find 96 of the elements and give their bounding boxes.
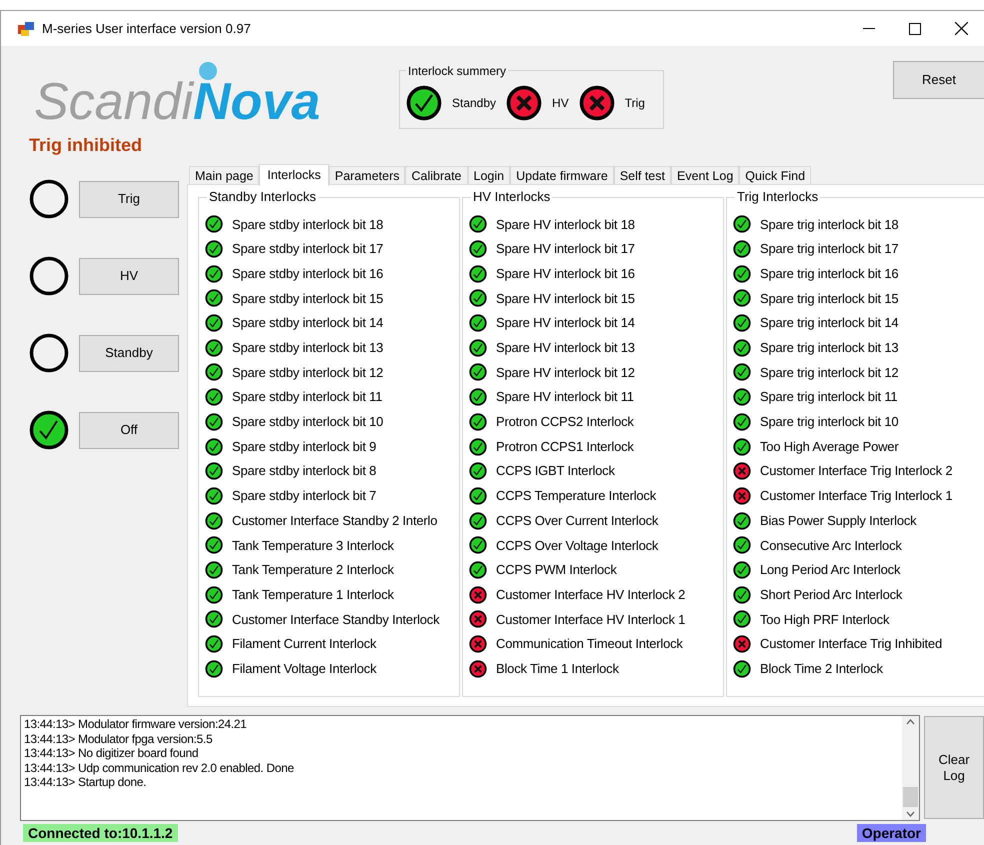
minimize-icon [863,28,875,30]
scrollbar[interactable] [902,716,920,820]
connection-status: Connected to:10.1.1.2 [23,824,178,842]
scroll-down-icon[interactable] [906,811,916,817]
interlock-label: Customer Interface HV Interlock 2 [496,586,686,604]
log-line: 13:44:13> Udp communication rev 2.0 enabled. Done [24,760,295,775]
group-title: Standby Interlocks [207,189,318,205]
interlock-label: Customer Interface Trig Interlock 1 [760,487,952,506]
app-icon [18,22,34,36]
tab[interactable]: Calibrate [405,166,468,185]
interlock-label: Spare HV interlock bit 12 [496,364,635,382]
interlock-label: Spare stdby interlock bit 11 [232,388,382,406]
interlock-label: Customer Interface Trig Inhibited [760,635,942,654]
interlock-label: Spare trig interlock bit 17 [760,240,898,258]
interlock-label: CCPS PWM Interlock [496,561,617,580]
interlock-label: Protron CCPS1 Interlock [496,438,634,456]
interlock-label: Spare stdby interlock bit 8 [232,462,376,480]
state-button[interactable]: Trig [79,180,179,218]
interlock-label: CCPS IGBT Interlock [496,462,615,480]
clear-log-button[interactable]: Clear Log [924,716,984,819]
interlock-label: Protron CCPS2 Interlock [496,413,634,432]
tab[interactable]: Parameters [328,166,406,185]
tab[interactable]: Login [468,166,510,185]
interlock-label: Spare trig interlock bit 11 [760,388,898,406]
interlock-label: Spare HV interlock bit 17 [496,240,635,258]
tab[interactable]: Self test [614,166,671,185]
tab[interactable]: Event Log [670,166,740,185]
log-box[interactable]: 13:44:13> Modulator firmware version:24.21 13:44:13> Modulator fpga version:5.5 13:44:13> No digitizer board found 13:44:13> Udp communication rev 2.0 enabled. Done 13:44:13> Startup done. [20,715,920,821]
interlock-label: Tank Temperature 1 Interlock [232,586,394,604]
log-line: 13:44:13> Modulator firmware version:24.21 [24,717,248,732]
interlock-label: CCPS Over Voltage Interlock [496,536,658,555]
interlock-label: Too High Average Power [760,438,898,456]
group-title: Trig Interlocks [735,189,820,205]
interlock-label: Spare trig interlock bit 14 [760,314,898,332]
interlock-label: Filament Voltage Interlock [232,660,376,678]
interlock-label: Spare trig interlock bit 18 [760,216,898,234]
window-title: M-series User interface version 0.97 [42,20,251,38]
interlock-label: CCPS Over Current Interlock [496,512,658,530]
interlock-label: Spare stdby interlock bit 18 [232,216,384,234]
interlock-label: Spare trig interlock bit 13 [760,339,898,358]
close-icon [954,22,968,35]
interlock-label: Long Period Arc Interlock [760,561,900,580]
mode-text: Trig inhibited [29,134,142,157]
tab[interactable]: Update firmware [510,166,614,185]
interlock-label: Spare stdby interlock bit 13 [232,339,384,358]
scroll-up-icon[interactable] [906,719,916,725]
interlock-label: Tank Temperature 3 Interlock [232,536,394,555]
state-button[interactable]: Standby [79,334,179,372]
interlock-label: Too High PRF Interlock [760,610,890,629]
tab[interactable]: Interlocks [259,164,329,186]
interlock-label: Spare stdby interlock bit 7 [232,487,376,506]
state-button[interactable]: Off [79,412,179,448]
interlock-label: Spare HV interlock bit 15 [496,290,635,308]
interlock-label: Short Period Arc Interlock [760,586,902,604]
interlock-label: Spare stdby interlock bit 12 [232,364,384,382]
summary-label: Trig [624,94,645,112]
interlock-label: Spare stdby interlock bit 9 [232,438,376,456]
interlock-label: Spare trig interlock bit 15 [760,290,898,308]
interlock-label: CCPS Temperature Interlock [496,487,656,506]
log-line: 13:44:13> Modulator fpga version:5.5 [24,732,214,746]
interlock-label: Block Time 2 Interlock [760,660,883,678]
tab[interactable]: Quick Find [739,166,812,185]
scroll-thumb[interactable] [903,787,918,807]
log-line: 13:44:13> Startup done. [24,775,148,790]
user-role: Operator [856,824,926,842]
tab[interactable]: Main page [189,166,260,185]
interlock-label: Spare HV interlock bit 13 [496,339,635,358]
summary-label: Standby [452,94,496,112]
interlock-label: Spare HV interlock bit 18 [496,216,635,234]
interlock-label: Customer Interface Standby Interlock [232,610,440,629]
maximize-icon [909,22,921,34]
company-logo: ScandiNova [34,60,320,134]
interlock-label: Spare trig interlock bit 10 [760,413,898,432]
interlock-label: Spare HV interlock bit 14 [496,314,635,332]
interlock-label: Tank Temperature 2 Interlock [232,561,394,580]
interlock-label: Customer Interface Standby 2 Interlo [232,512,438,530]
interlock-label: Consecutive Arc Interlock [760,536,902,555]
interlock-label: Spare trig interlock bit 16 [760,264,898,283]
interlock-label: Spare stdby interlock bit 10 [232,413,384,432]
interlock-label: Bias Power Supply Interlock [760,512,916,530]
interlock-label: Spare stdby interlock bit 15 [232,290,384,308]
interlock-label: Block Time 1 Interlock [496,660,619,678]
interlock-label: Spare stdby interlock bit 16 [232,264,384,283]
interlock-label: Filament Current Interlock [232,635,376,654]
interlock-label: Customer Interface HV Interlock 1 [496,610,686,629]
state-button[interactable]: HV [79,258,179,294]
interlock-label: Spare HV interlock bit 16 [496,264,635,283]
interlock-label: Spare trig interlock bit 12 [760,364,898,382]
interlock-label: Spare HV interlock bit 11 [496,388,634,406]
interlock-label: Communication Timeout Interlock [496,635,683,654]
reset-button[interactable]: Reset [893,61,984,99]
interlock-label: Customer Interface Trig Interlock 2 [760,462,952,480]
log-line: 13:44:13> No digitizer board found [24,746,200,760]
interlock-label: Spare stdby interlock bit 14 [232,314,384,332]
interlock-label: Spare stdby interlock bit 17 [232,240,384,258]
summary-label: HV [552,94,569,112]
